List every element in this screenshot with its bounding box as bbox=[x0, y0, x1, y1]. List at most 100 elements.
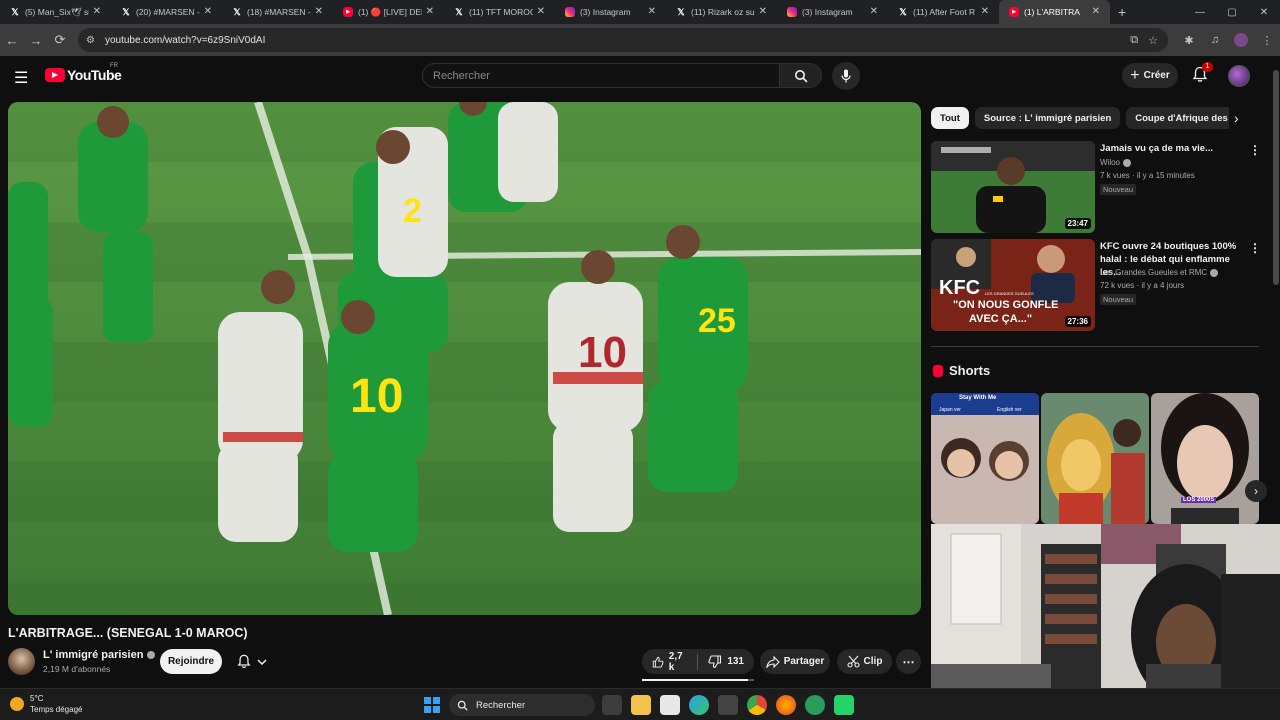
chrome-icon[interactable] bbox=[747, 695, 767, 715]
whatsapp-icon[interactable] bbox=[834, 695, 854, 715]
reload-icon[interactable]: ⟳ bbox=[48, 32, 72, 48]
youtube-icon: ▶ bbox=[343, 7, 353, 17]
tab-title: (1) L'ARBITRA bbox=[1024, 7, 1080, 17]
close-tab-icon[interactable]: ✕ bbox=[648, 6, 656, 17]
account-avatar[interactable] bbox=[1228, 65, 1250, 87]
browser-tab[interactable]: 𝕏 (5) Man_Six🕊 sur ✕ bbox=[0, 0, 111, 24]
video-title: L'ARBITRAGE... (SENEGAL 1-0 MAROC) bbox=[8, 626, 248, 640]
channel-name-link[interactable]: L' immigré parisien bbox=[43, 649, 156, 661]
short-card[interactable]: LOS 2000S bbox=[1151, 393, 1259, 524]
task-view-icon[interactable] bbox=[602, 695, 622, 715]
taskbar-search[interactable]: Rechercher bbox=[449, 694, 595, 716]
cast-icon[interactable]: ⧉ bbox=[1130, 34, 1138, 47]
close-tab-icon[interactable]: ✕ bbox=[870, 6, 878, 17]
recommendation-item[interactable]: 23:47 Jamais vu ça de ma vie... Wiloo 7 … bbox=[931, 141, 1261, 233]
app-icon[interactable] bbox=[805, 695, 825, 715]
close-tab-icon[interactable]: ✕ bbox=[93, 6, 101, 17]
address-bar: ← → ⟳ ⚙ youtube.com/watch?v=6z9SniV0dAI … bbox=[0, 24, 1280, 56]
site-info-icon[interactable]: ⚙ bbox=[86, 35, 95, 46]
browser-tab[interactable]: 𝕏 (11) After Foot R ✕ bbox=[888, 0, 999, 24]
short-caption: Stay With Me bbox=[959, 395, 997, 401]
video-thumbnail[interactable]: KFC LES GRANDES GUEULES "ON NOUS GONFLE … bbox=[931, 239, 1095, 331]
close-tab-icon[interactable]: ✕ bbox=[315, 6, 323, 17]
browser-tab[interactable]: (3) Instagram ✕ bbox=[555, 0, 666, 24]
close-tab-icon[interactable]: ✕ bbox=[426, 6, 434, 17]
filter-chip[interactable]: Coupe d'Afrique des nations bbox=[1126, 107, 1229, 129]
browser-tab[interactable]: ▶ (1) 🔴 [LIVE] DEB ✕ bbox=[333, 0, 444, 24]
like-button[interactable]: 2,7 k bbox=[642, 649, 697, 674]
voice-search-button[interactable] bbox=[832, 62, 860, 90]
tab-title: (3) Instagram bbox=[802, 7, 853, 17]
filter-chip[interactable]: Source : L' immigré parisien bbox=[974, 107, 1121, 129]
browser-tab[interactable]: 𝕏 (18) #MARSEN - I ✕ bbox=[222, 0, 333, 24]
menu-hamburger-icon[interactable]: ☰ bbox=[14, 68, 28, 88]
youtube-play-icon bbox=[45, 68, 65, 82]
close-window-icon[interactable]: ✕ bbox=[1248, 7, 1280, 18]
microphone-icon bbox=[841, 69, 851, 83]
profile-avatar-icon[interactable] bbox=[1234, 33, 1248, 47]
shorts-next-button[interactable]: › bbox=[1245, 480, 1267, 502]
weather-widget[interactable]: 5°C Temps dégagé bbox=[10, 693, 82, 715]
webcam-overlay bbox=[931, 524, 1280, 688]
minimize-icon[interactable]: — bbox=[1184, 7, 1216, 18]
close-tab-icon[interactable]: ✕ bbox=[759, 6, 767, 17]
webcam-feed bbox=[931, 524, 1280, 688]
video-player[interactable]: 2 10 25 10 bbox=[8, 102, 921, 615]
channel-avatar[interactable] bbox=[8, 648, 35, 675]
back-icon[interactable]: ← bbox=[0, 33, 24, 48]
window-controls: — ▢ ✕ bbox=[1184, 0, 1280, 24]
chevron-right-icon[interactable]: › bbox=[1234, 110, 1239, 126]
close-tab-icon[interactable]: ✕ bbox=[204, 6, 212, 17]
create-button[interactable]: + Créer bbox=[1122, 63, 1178, 88]
video-thumbnail[interactable]: 23:47 bbox=[931, 141, 1095, 233]
notifications-button[interactable]: 1 bbox=[1192, 62, 1213, 84]
new-tab-icon[interactable]: + bbox=[1118, 4, 1126, 20]
notepad-icon[interactable] bbox=[660, 695, 680, 715]
svg-text:10: 10 bbox=[350, 370, 403, 423]
filter-chip[interactable]: Tout bbox=[931, 107, 969, 129]
close-tab-icon[interactable]: ✕ bbox=[1092, 6, 1100, 17]
close-tab-icon[interactable]: ✕ bbox=[981, 6, 989, 17]
youtube-logo[interactable]: YouTube FR bbox=[45, 63, 122, 83]
create-label: Créer bbox=[1143, 70, 1170, 81]
scrollbar-thumb[interactable] bbox=[1273, 70, 1279, 285]
windows-start-icon[interactable] bbox=[424, 697, 440, 713]
forward-icon[interactable]: → bbox=[24, 33, 48, 48]
browser-tab[interactable]: ▶ (1) L'ARBITRA ✕ bbox=[999, 0, 1110, 24]
subscription-notifications-button[interactable] bbox=[226, 649, 278, 674]
search-input[interactable]: Rechercher bbox=[422, 63, 780, 88]
store-icon[interactable] bbox=[718, 695, 738, 715]
clip-button[interactable]: Clip bbox=[837, 649, 892, 674]
more-actions-button[interactable]: ⋯ bbox=[896, 649, 921, 674]
browser-tab[interactable]: (3) Instagram ✕ bbox=[777, 0, 888, 24]
more-vertical-icon[interactable]: ⋮ bbox=[1249, 241, 1261, 255]
browser-tab[interactable]: 𝕏 (20) #MARSEN - I ✕ bbox=[111, 0, 222, 24]
windows-taskbar: 5°C Temps dégagé Rechercher bbox=[0, 688, 1280, 720]
firefox-icon[interactable] bbox=[776, 695, 796, 715]
media-control-icon[interactable]: ♫ bbox=[1202, 34, 1228, 46]
dislike-button[interactable]: 131 bbox=[698, 649, 754, 674]
edge-icon[interactable] bbox=[689, 695, 709, 715]
join-button[interactable]: Rejoindre bbox=[160, 649, 222, 674]
browser-tab[interactable]: 𝕏 (11) TFT MOROC ✕ bbox=[444, 0, 555, 24]
filter-chips: Tout Source : L' immigré parisien Coupe d'… bbox=[931, 107, 1229, 129]
short-card[interactable]: Stay With Me Japan ver English ver bbox=[931, 393, 1039, 524]
channel-name: L' immigré parisien bbox=[43, 649, 144, 661]
more-vertical-icon[interactable]: ⋮ bbox=[1249, 143, 1261, 157]
share-button[interactable]: Partager bbox=[760, 649, 830, 674]
maximize-icon[interactable]: ▢ bbox=[1216, 7, 1248, 18]
file-explorer-icon[interactable] bbox=[631, 695, 651, 715]
close-tab-icon[interactable]: ✕ bbox=[537, 6, 545, 17]
short-card[interactable] bbox=[1041, 393, 1149, 524]
menu-kebab-icon[interactable]: ⋮ bbox=[1254, 34, 1280, 47]
recommendation-item[interactable]: KFC LES GRANDES GUEULES "ON NOUS GONFLE … bbox=[931, 239, 1261, 331]
like-count: 2,7 k bbox=[668, 650, 683, 673]
search-button[interactable] bbox=[780, 63, 822, 88]
short-caption-bottom: LOS 2000S bbox=[1181, 497, 1217, 503]
browser-tab[interactable]: 𝕏 (11) Rizark oz sur ✕ bbox=[666, 0, 777, 24]
extensions-icon[interactable]: ✱ bbox=[1176, 34, 1202, 47]
youtube-icon: ▶ bbox=[1009, 7, 1019, 17]
shorts-heading: Shorts bbox=[933, 363, 990, 378]
url-field[interactable]: ⚙ youtube.com/watch?v=6z9SniV0dAI ⧉ ☆ bbox=[78, 28, 1168, 52]
bookmark-star-icon[interactable]: ☆ bbox=[1148, 34, 1158, 47]
